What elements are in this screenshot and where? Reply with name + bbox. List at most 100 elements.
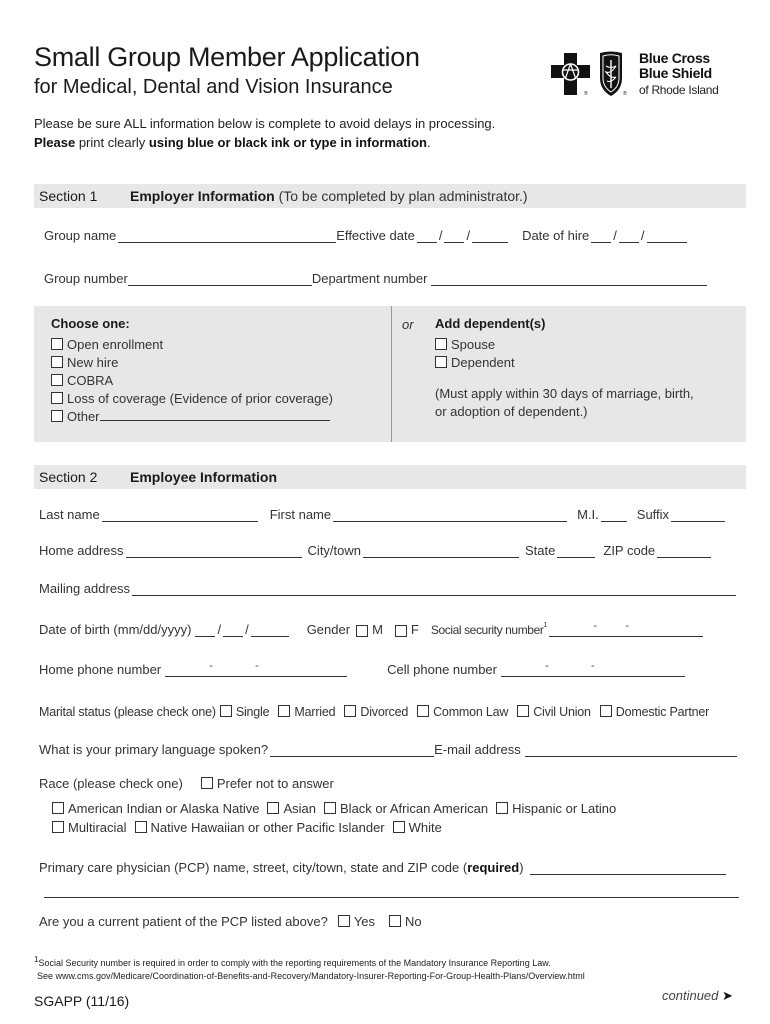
- checkbox[interactable]: [344, 705, 357, 717]
- checkbox[interactable]: [51, 392, 63, 404]
- date-of-hire-day[interactable]: [618, 230, 639, 243]
- dob-day[interactable]: [223, 624, 244, 637]
- dob-year[interactable]: [250, 624, 289, 637]
- last-name-field[interactable]: [101, 509, 258, 522]
- home-address-field[interactable]: [125, 545, 302, 558]
- race-prefer-not[interactable]: Prefer not to answer: [200, 776, 334, 791]
- date-of-hire-month[interactable]: [591, 230, 612, 243]
- checkbox[interactable]: [517, 705, 530, 717]
- form-number: SGAPP (11/16): [34, 993, 130, 1009]
- city-town-field[interactable]: [363, 545, 520, 558]
- gender-m-checkbox[interactable]: [356, 625, 369, 637]
- marital-domestic-partner[interactable]: Domestic Partner: [599, 705, 710, 719]
- option-other[interactable]: Other: [51, 408, 333, 426]
- option-label: Prefer not to answer: [216, 776, 334, 791]
- marital-single[interactable]: Single: [219, 705, 270, 719]
- last-name-label: Last name: [39, 507, 100, 522]
- option-loss-of-coverage[interactable]: Loss of coverage (Evidence of prior cove…: [51, 390, 333, 408]
- ssn-field[interactable]: --: [549, 620, 704, 637]
- checkbox[interactable]: [51, 356, 63, 368]
- effective-date-day[interactable]: [444, 230, 465, 243]
- effective-date-month[interactable]: [416, 230, 437, 243]
- checkbox[interactable]: [278, 705, 291, 717]
- checkbox[interactable]: [599, 705, 612, 717]
- email-field[interactable]: [524, 744, 737, 757]
- dob-month[interactable]: [195, 624, 216, 637]
- option-cobra[interactable]: COBRA: [51, 372, 333, 390]
- checkbox[interactable]: [392, 821, 405, 833]
- checkbox[interactable]: [337, 915, 350, 927]
- continued-label: continued: [662, 988, 719, 1003]
- date-of-hire-label: Date of hire: [522, 228, 590, 243]
- race-multiracial[interactable]: Multiracial: [52, 820, 127, 835]
- option-dependent[interactable]: Dependent: [435, 354, 694, 372]
- checkbox[interactable]: [324, 802, 337, 814]
- marital-civil-union[interactable]: Civil Union: [517, 705, 591, 719]
- checkbox[interactable]: [219, 705, 232, 717]
- marital-married[interactable]: Married: [278, 705, 336, 719]
- checkbox[interactable]: [52, 821, 64, 833]
- language-field[interactable]: [270, 744, 435, 757]
- dependent-note-line-2: or adoption of dependent.): [435, 404, 588, 419]
- checkbox[interactable]: [496, 802, 509, 814]
- intro-text: Please be sure ALL information below is …: [34, 114, 495, 152]
- pcp-field-line-2[interactable]: [44, 897, 739, 898]
- suffix-field[interactable]: [671, 509, 726, 522]
- current-patient-no[interactable]: No: [389, 914, 422, 929]
- option-label: Hispanic or Latino: [512, 801, 617, 816]
- checkbox[interactable]: [200, 777, 213, 789]
- first-name-field[interactable]: [333, 509, 568, 522]
- cross-icon: ®: [551, 53, 590, 97]
- checkbox[interactable]: [134, 821, 147, 833]
- gender-label: Gender: [306, 622, 351, 637]
- state-field[interactable]: [557, 545, 596, 558]
- race-asian[interactable]: Asian: [267, 801, 316, 816]
- option-spouse[interactable]: Spouse: [435, 336, 694, 354]
- home-phone-field[interactable]: --: [165, 660, 348, 677]
- group-number-field[interactable]: [127, 273, 312, 286]
- gender-f-label: F: [410, 622, 419, 637]
- race-american-indian[interactable]: American Indian or Alaska Native: [52, 801, 259, 816]
- option-open-enrollment[interactable]: Open enrollment: [51, 336, 333, 354]
- name-row: Last name First name M.I. Suffix: [39, 507, 727, 522]
- dob-label: Date of birth (mm/dd/yyyy): [39, 622, 192, 637]
- logo-line-1: Blue Cross: [639, 50, 710, 66]
- checkbox[interactable]: [267, 802, 280, 814]
- effective-date-year[interactable]: [472, 230, 509, 243]
- race-hispanic[interactable]: Hispanic or Latino: [496, 801, 616, 816]
- date-of-hire-year[interactable]: [646, 230, 687, 243]
- panel-divider: [391, 306, 392, 442]
- option-label: Common Law: [433, 705, 509, 719]
- checkbox[interactable]: [51, 374, 63, 386]
- pcp-field-line-1[interactable]: [529, 862, 726, 875]
- race-white[interactable]: White: [392, 820, 442, 835]
- checkbox[interactable]: [389, 915, 402, 927]
- checkbox[interactable]: [417, 705, 430, 717]
- group-number-label: Group number: [44, 271, 128, 286]
- logo-line-2: Blue Shield: [639, 65, 712, 81]
- option-new-hire[interactable]: New hire: [51, 354, 333, 372]
- marital-status-label: Marital status (please check one): [39, 705, 216, 719]
- intro-bold-ink: using blue or black ink or type in infor…: [148, 135, 427, 150]
- mi-field[interactable]: [600, 509, 627, 522]
- mailing-address-field[interactable]: [132, 583, 737, 596]
- group-name-field[interactable]: [118, 230, 337, 243]
- arrow-right-icon: ➤: [722, 988, 733, 1003]
- zip-field[interactable]: [657, 545, 712, 558]
- checkbox[interactable]: [435, 356, 447, 368]
- other-field[interactable]: [99, 408, 330, 421]
- marital-common-law[interactable]: Common Law: [417, 705, 508, 719]
- cell-phone-field[interactable]: --: [501, 660, 685, 677]
- checkbox[interactable]: [51, 338, 63, 350]
- race-black[interactable]: Black or African American: [324, 801, 488, 816]
- option-label: Domestic Partner: [615, 705, 710, 719]
- department-number-field[interactable]: [431, 273, 708, 286]
- race-native-hawaiian[interactable]: Native Hawaiian or other Pacific Islande…: [134, 820, 385, 835]
- gender-f-checkbox[interactable]: [394, 625, 407, 637]
- checkbox[interactable]: [52, 802, 64, 814]
- checkbox[interactable]: [51, 410, 63, 422]
- current-patient-yes[interactable]: Yes: [337, 914, 375, 929]
- pcp-label: Primary care physician (PCP) name, stree…: [39, 860, 524, 875]
- marital-divorced[interactable]: Divorced: [344, 705, 408, 719]
- checkbox[interactable]: [435, 338, 447, 350]
